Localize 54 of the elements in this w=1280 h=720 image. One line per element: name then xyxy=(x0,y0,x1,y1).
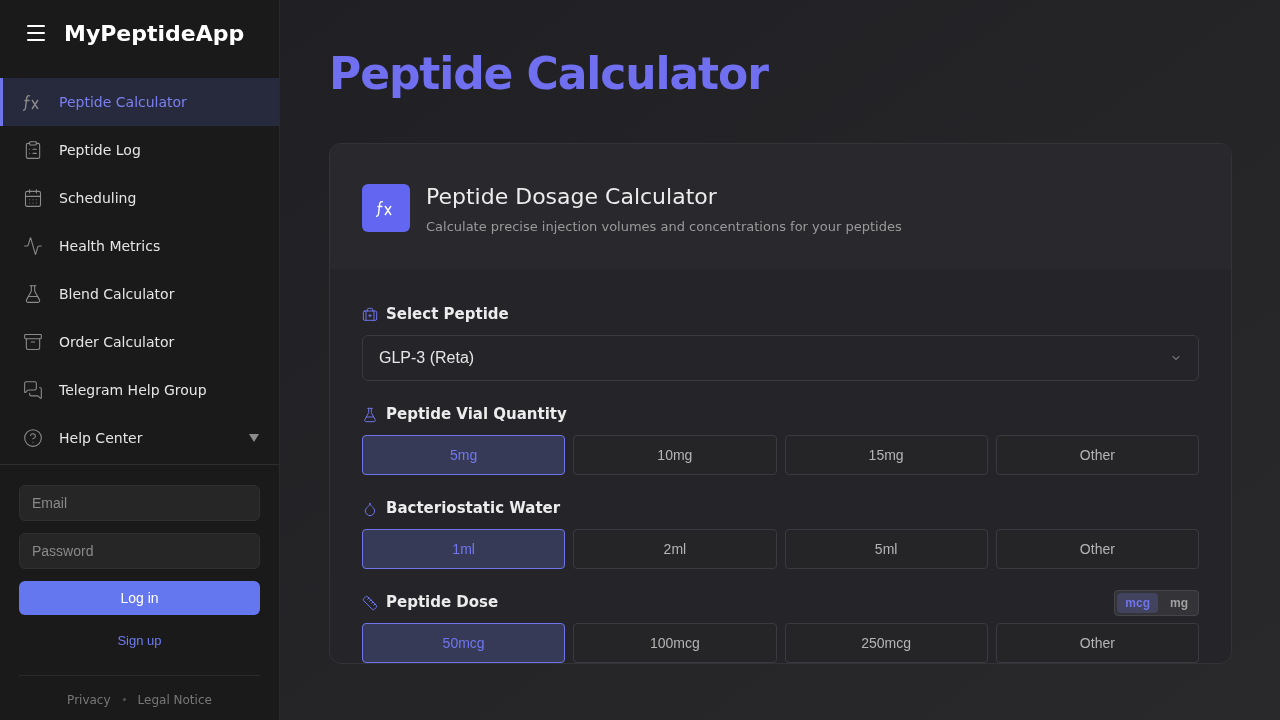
app-title: MyPeptideApp xyxy=(64,19,245,48)
page-title: Peptide Calculator xyxy=(329,52,770,96)
password-field[interactable]: Password xyxy=(19,533,260,569)
flask-icon xyxy=(362,406,378,423)
option-button[interactable]: Other xyxy=(995,528,1199,569)
select-value: GLP-3 (Reta) xyxy=(379,347,476,368)
nav-label: Peptide Calculator xyxy=(59,93,188,112)
nav-item[interactable]: Health Metrics xyxy=(0,222,279,270)
nav-item[interactable]: Telegram Help Group xyxy=(0,366,279,414)
card-subtitle: Calculate precise injection volumes and concentrations for your peptides xyxy=(426,218,902,236)
nav-item[interactable]: Scheduling xyxy=(0,174,279,222)
nav-label: Health Metrics xyxy=(59,237,162,256)
pulse-icon xyxy=(23,236,43,256)
nav-label: Scheduling xyxy=(59,189,138,208)
calendar-icon xyxy=(23,188,43,208)
dropdown-triangle-icon[interactable] xyxy=(249,434,259,442)
box-icon xyxy=(23,332,43,352)
nav-label: Peptide Log xyxy=(59,141,142,160)
peptide-select[interactable]: GLP-3 (Reta) xyxy=(362,334,1199,381)
option-button[interactable]: 250mcg xyxy=(784,622,988,663)
option-button[interactable]: 100mcg xyxy=(573,622,777,663)
option-button[interactable]: 10mg xyxy=(573,434,777,475)
drop-icon xyxy=(362,500,378,517)
nav-label: Telegram Help Group xyxy=(59,381,208,400)
footer-link[interactable]: Legal Notice xyxy=(137,691,212,708)
calculator-logo-icon xyxy=(362,184,410,233)
email-field[interactable]: Email xyxy=(19,485,260,521)
option-button[interactable]: Other xyxy=(995,622,1199,663)
card-title: Peptide Dosage Calculator xyxy=(426,183,718,211)
flask-icon xyxy=(23,284,43,304)
section-label: Select Peptide xyxy=(386,304,510,326)
footer-link[interactable]: Privacy xyxy=(67,691,111,708)
nav-item[interactable]: Peptide Log xyxy=(0,126,279,174)
option-button[interactable]: 5ml xyxy=(784,528,988,569)
clipboard-icon xyxy=(23,140,43,160)
option-button[interactable]: Other xyxy=(995,434,1199,475)
unit-option[interactable]: mg xyxy=(1162,592,1196,613)
section-label: Bacteriostatic Water xyxy=(386,498,562,520)
help-icon xyxy=(23,428,43,448)
nav-label: Order Calculator xyxy=(59,333,176,352)
nav-label: Blend Calculator xyxy=(59,285,176,304)
nav-item[interactable]: Help Center xyxy=(0,414,279,462)
signup-link[interactable]: Sign up xyxy=(117,631,162,651)
nav-item[interactable]: Peptide Calculator xyxy=(0,78,279,126)
section-label: Peptide Vial Quantity xyxy=(386,404,568,426)
chat-icon xyxy=(23,380,43,400)
nav-item[interactable]: Order Calculator xyxy=(0,318,279,366)
option-button[interactable]: 2ml xyxy=(573,528,777,569)
nav-item[interactable]: Blend Calculator xyxy=(0,270,279,318)
nav-label: Help Center xyxy=(59,429,144,448)
section-label: Peptide Dose xyxy=(386,592,500,614)
login-button[interactable]: Log in xyxy=(19,581,260,615)
ruler-icon xyxy=(362,594,378,611)
option-button[interactable]: 15mg xyxy=(784,434,988,475)
